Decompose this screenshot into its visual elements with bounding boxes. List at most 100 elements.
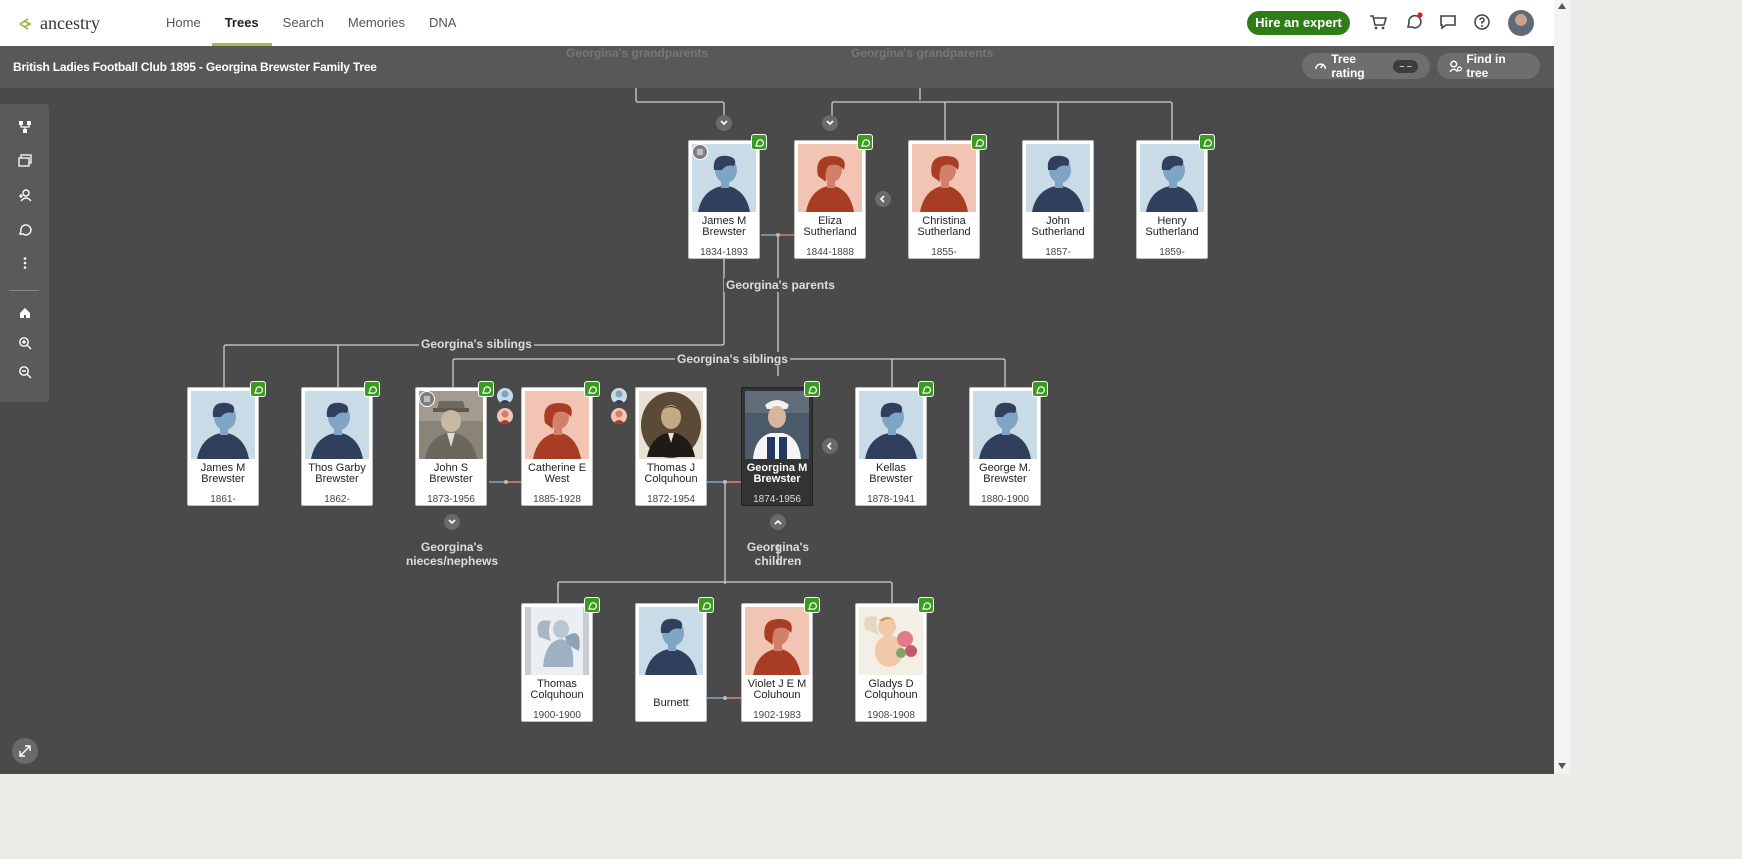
spouse-avatar-female[interactable]	[611, 408, 627, 424]
spouse-avatar-male[interactable]	[611, 388, 627, 404]
person-card-gladys-colquhoun[interactable]: Gladys D Colquhoun 1908-1908	[855, 603, 927, 722]
person-card-thos-garby-brewster[interactable]: Thos Garby Brewster 1862-	[301, 387, 373, 506]
person-card-thomas-j-colquhoun[interactable]: Thomas J Colquhoun 1872-1954	[635, 387, 707, 506]
person-card-violet-coluhoun[interactable]: Violet J E M Coluhoun 1902-1983	[741, 603, 813, 722]
nav-trees[interactable]: Trees	[211, 0, 272, 46]
person-dates: 1862-	[324, 494, 350, 505]
tree-rating-button[interactable]: Tree rating – –	[1302, 52, 1430, 80]
tree-canvas[interactable]: British Ladies Football Club 1895 - Geor…	[0, 46, 1554, 774]
person-card-thomas-colquhoun[interactable]: Thomas Colquhoun 1900-1900	[521, 603, 593, 722]
hint-badge[interactable]	[584, 597, 600, 613]
zoom-out-tool[interactable]	[14, 361, 36, 383]
scroll-up-arrow[interactable]	[1558, 3, 1566, 9]
hint-badge[interactable]	[364, 381, 380, 397]
hint-badge[interactable]	[1199, 134, 1215, 150]
spouse-avatar-male[interactable]	[497, 388, 513, 404]
person-dates: 1844-1888	[806, 247, 854, 258]
expand-grandparents-left[interactable]	[716, 115, 732, 131]
label-siblings-left: Georgina's siblings	[419, 337, 534, 351]
label-grandparents-right: Georgina's grandparents	[851, 46, 994, 60]
cart-icon[interactable]	[1368, 12, 1388, 32]
hint-badge[interactable]	[918, 597, 934, 613]
person-card-john-sutherland[interactable]: John Sutherland 1857-	[1022, 140, 1094, 259]
person-name: James M Brewster	[200, 462, 246, 485]
home-tool[interactable]	[14, 302, 36, 324]
expand-icon	[19, 745, 31, 757]
nav-home[interactable]: Home	[165, 0, 202, 46]
hint-badge[interactable]	[584, 381, 600, 397]
zoom-in-tool[interactable]	[14, 332, 36, 354]
person-card-eliza-sutherland[interactable]: Eliza Sutherland 1844-1888	[794, 140, 866, 259]
notes-icon	[424, 396, 430, 402]
notes-badge[interactable]	[419, 391, 435, 407]
hint-badge[interactable]	[804, 381, 820, 397]
person-card-james-m-brewster-1861[interactable]: James M Brewster 1861-	[187, 387, 259, 506]
person-name: John S Brewster	[429, 462, 473, 485]
user-avatar[interactable]	[1508, 10, 1534, 36]
male-silhouette-icon	[191, 391, 255, 459]
person-dates: 1900-1900	[533, 710, 581, 721]
person-card-henry-sutherland[interactable]: Henry Sutherland 1859-	[1136, 140, 1208, 259]
person-card-george-m-brewster[interactable]: George M. Brewster 1880-1900	[969, 387, 1041, 506]
person-name: Burnett	[653, 697, 689, 709]
person-card-georgina-m-brewster-focus[interactable]: Georgina M Brewster 1874-1956	[741, 387, 813, 506]
person-name: Eliza Sutherland	[803, 215, 857, 238]
expand-grandparents-right[interactable]	[822, 115, 838, 131]
person-card-catherine-e-west[interactable]: Catherine E West 1885-1928	[521, 387, 593, 506]
portrait-photo-man-oval	[639, 391, 703, 459]
label-children: Georgina's children	[731, 540, 825, 568]
fullscreen-button[interactable]	[12, 738, 38, 764]
app-window: ancestry Home Trees Search Memories DNA …	[0, 0, 1570, 774]
hint-badge[interactable]	[250, 381, 266, 397]
person-card-kellas-brewster[interactable]: Kellas Brewster 1878-1941	[855, 387, 927, 506]
person-name: Violet J E M Coluhoun	[747, 678, 807, 701]
collapse-siblings-georgina[interactable]	[822, 438, 838, 454]
person-dates: 1834-1893	[700, 247, 748, 258]
person-card-burnett[interactable]: Burnett	[635, 603, 707, 722]
hint-badge[interactable]	[1032, 381, 1048, 397]
collapse-siblings-eliza[interactable]	[875, 191, 891, 207]
hints-tool-icon	[19, 224, 32, 236]
spouse-avatar-female[interactable]	[497, 408, 513, 424]
portrait-photo-georgina	[745, 391, 809, 459]
ancestry-logo[interactable]: ancestry	[18, 13, 100, 34]
nav-dna[interactable]: DNA	[428, 0, 457, 46]
hints-tool[interactable]	[14, 218, 36, 240]
notes-badge[interactable]	[692, 144, 708, 160]
gallery-icon	[18, 154, 32, 167]
person-name: Gladys D Colquhoun	[864, 678, 918, 701]
female-silhouette-icon	[798, 144, 862, 212]
hint-badge[interactable]	[478, 381, 494, 397]
hint-badge[interactable]	[971, 134, 987, 150]
expand-nieces-nephews[interactable]	[444, 514, 460, 530]
collapse-children[interactable]	[770, 514, 786, 530]
more-tool[interactable]	[14, 252, 36, 274]
female-silhouette-icon	[525, 391, 589, 459]
scroll-down-arrow[interactable]	[1558, 763, 1566, 769]
help-icon[interactable]	[1472, 12, 1492, 32]
page-scrollbar[interactable]	[1554, 0, 1570, 774]
person-card-christina-sutherland[interactable]: Christina Sutherland 1855-	[908, 140, 980, 259]
label-grandparents-left: Georgina's grandparents	[566, 46, 709, 60]
tree-titlebar: British Ladies Football Club 1895 - Geor…	[0, 46, 1554, 88]
hint-badge[interactable]	[698, 597, 714, 613]
nav-search[interactable]: Search	[282, 0, 325, 46]
person-dates: 1859-	[1159, 247, 1185, 258]
hint-badge[interactable]	[918, 381, 934, 397]
hint-badge[interactable]	[804, 597, 820, 613]
nav-memories[interactable]: Memories	[347, 0, 406, 46]
person-dates: 1908-1908	[867, 710, 915, 721]
label-parents: Georgina's parents	[724, 278, 837, 292]
tree-view-tool[interactable]	[14, 116, 36, 138]
gallery-tool[interactable]	[14, 150, 36, 172]
label-nieces-line1: Georgina's	[420, 540, 484, 554]
add-person-tool[interactable]	[14, 184, 36, 206]
messages-icon[interactable]	[1438, 12, 1458, 32]
chevron-down-icon	[448, 519, 456, 525]
hint-badge[interactable]	[857, 134, 873, 150]
portrait-photo-angel-statue	[525, 607, 589, 675]
find-in-tree-button[interactable]: Find in tree	[1437, 52, 1540, 80]
hints-icon[interactable]	[1404, 12, 1424, 32]
hint-badge[interactable]	[751, 134, 767, 150]
hire-expert-button[interactable]: Hire an expert	[1247, 11, 1350, 35]
